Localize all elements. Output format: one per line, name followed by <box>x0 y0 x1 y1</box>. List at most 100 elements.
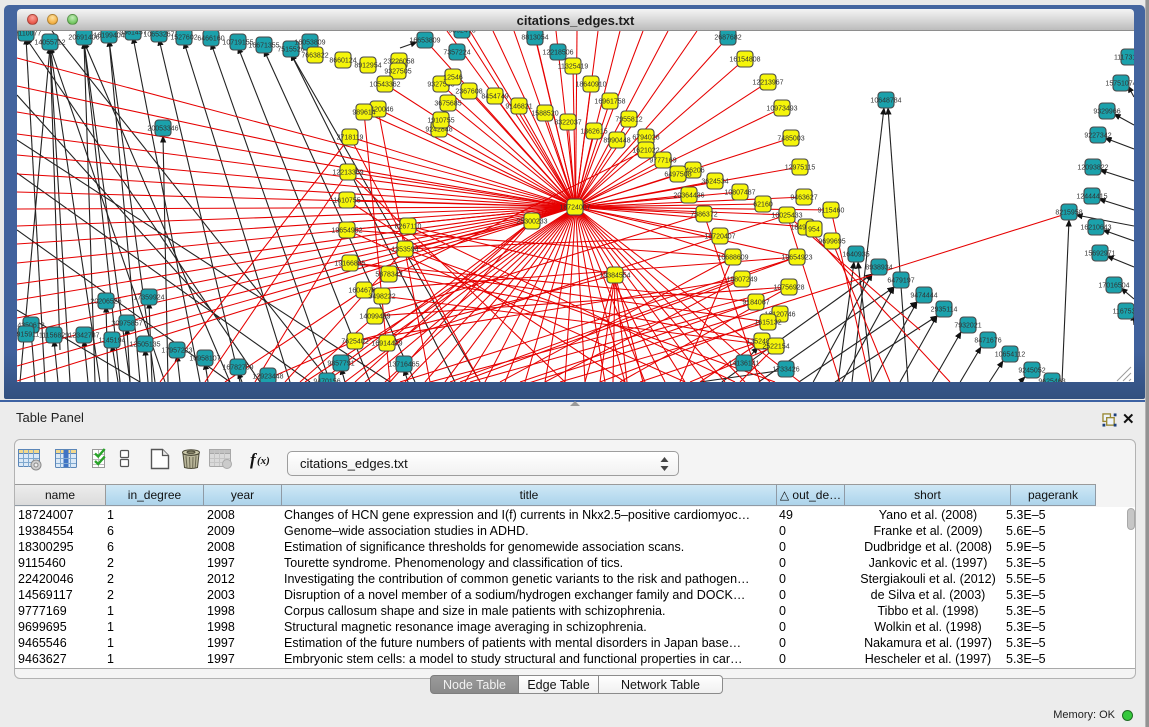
svg-text:2367608: 2367608 <box>455 89 482 96</box>
svg-text:30975857: 30975857 <box>111 321 142 328</box>
svg-text:14099489: 14099489 <box>359 314 390 321</box>
svg-text:16210643: 16210643 <box>1080 225 1111 232</box>
svg-text:8471676: 8471676 <box>974 338 1001 345</box>
svg-text:10648784: 10648784 <box>870 98 901 105</box>
svg-text:12218506: 12218506 <box>542 50 573 57</box>
svg-text:8912954: 8912954 <box>354 63 381 70</box>
svg-text:2935114: 2935114 <box>931 307 958 314</box>
svg-text:9329966: 9329966 <box>1093 109 1120 116</box>
svg-text:6466160: 6466160 <box>197 36 224 43</box>
svg-text:9227342: 9227342 <box>1084 133 1111 140</box>
svg-text:6794028: 6794028 <box>632 135 659 142</box>
svg-text:7932021: 7932021 <box>954 323 981 330</box>
svg-text:9470156: 9470156 <box>313 379 340 382</box>
svg-text:9245052: 9245052 <box>1018 368 1045 375</box>
svg-text:8938934: 8938934 <box>865 265 892 272</box>
svg-text:954: 954 <box>808 227 820 234</box>
svg-text:8267110: 8267110 <box>395 224 422 231</box>
svg-text:16671355: 16671355 <box>248 43 279 50</box>
svg-text:989614: 989614 <box>352 110 375 117</box>
svg-text:9474444: 9474444 <box>910 293 937 300</box>
svg-text:1353594: 1353594 <box>391 247 418 254</box>
svg-text:9146821: 9146821 <box>505 104 532 111</box>
svg-text:3498222: 3498222 <box>368 294 395 301</box>
svg-text:9862478: 9862478 <box>448 31 475 35</box>
svg-text:8215958: 8215958 <box>1055 210 1082 217</box>
svg-text:10654112: 10654112 <box>995 352 1026 359</box>
svg-text:16961758: 16961758 <box>594 99 625 106</box>
svg-text:2687682: 2687682 <box>714 35 741 42</box>
svg-text:7386372: 7386372 <box>690 212 717 219</box>
svg-text:19166825: 19166825 <box>334 261 365 268</box>
svg-text:12505135: 12505135 <box>129 342 160 349</box>
svg-text:12546: 12546 <box>443 75 463 82</box>
svg-text:1588520: 1588520 <box>531 111 558 118</box>
svg-text:7663822: 7663822 <box>301 53 328 60</box>
svg-text:10973493: 10973493 <box>766 106 797 113</box>
svg-text:2522154: 2522154 <box>762 344 789 351</box>
svg-text:17957223: 17957223 <box>161 348 192 355</box>
svg-text:16782759: 16782759 <box>222 365 253 372</box>
svg-text:8454749: 8454749 <box>481 94 508 101</box>
svg-text:15720407: 15720407 <box>704 234 735 241</box>
svg-text:1527602: 1527602 <box>170 35 197 42</box>
svg-text:10543362: 10543362 <box>369 82 400 89</box>
svg-text:6497508: 6497508 <box>664 172 691 179</box>
svg-text:14136141: 14136141 <box>728 361 759 368</box>
svg-text:10688609: 10688609 <box>717 255 748 262</box>
svg-text:7625402: 7625402 <box>341 339 368 346</box>
svg-text:1615132: 1615132 <box>754 320 781 327</box>
svg-text:(x): (x) <box>257 455 270 467</box>
svg-text:7485003: 7485003 <box>777 136 804 143</box>
svg-text:19654923: 19654923 <box>781 255 812 262</box>
svg-text:8990448: 8990448 <box>603 138 630 145</box>
svg-text:17016504: 17016504 <box>1098 283 1129 290</box>
svg-text:15751074: 15751074 <box>1105 81 1134 88</box>
svg-text:11173106: 11173106 <box>1114 55 1134 62</box>
svg-text:11325419: 11325419 <box>558 64 589 71</box>
svg-text:62160: 62160 <box>753 202 773 209</box>
svg-text:19384554: 19384554 <box>599 273 630 280</box>
svg-text:8322037: 8322037 <box>554 120 581 127</box>
svg-text:1610755: 1610755 <box>333 198 360 205</box>
svg-text:16154808: 16154808 <box>729 57 760 64</box>
svg-text:14055712: 14055712 <box>34 40 65 47</box>
svg-text:16053809: 16053809 <box>294 40 325 47</box>
svg-text:10025433: 10025433 <box>771 213 802 220</box>
svg-text:25300233: 25300233 <box>516 219 547 226</box>
svg-text:10756928: 10756928 <box>773 285 804 292</box>
svg-text:13716465: 13716465 <box>388 362 419 369</box>
svg-text:12923448: 12923448 <box>252 374 283 381</box>
svg-text:2718119: 2718119 <box>337 135 364 142</box>
svg-text:1145194: 1145194 <box>99 338 126 345</box>
svg-text:3915911: 3915911 <box>17 332 39 339</box>
svg-text:9699695: 9699695 <box>818 239 845 246</box>
svg-text:9327505: 9327505 <box>384 69 411 76</box>
svg-text:12444415: 12444415 <box>1076 194 1107 201</box>
svg-text:19654952: 19654952 <box>331 228 362 235</box>
svg-text:7955812: 7955812 <box>615 117 642 124</box>
svg-text:9184067: 9184067 <box>742 300 769 307</box>
svg-text:1362615: 1362615 <box>580 129 607 136</box>
svg-text:12213369: 12213369 <box>332 170 363 177</box>
svg-text:7357224: 7357224 <box>443 50 470 57</box>
svg-text:12093822: 12093822 <box>1077 165 1108 172</box>
svg-text:18640910: 18640910 <box>575 82 606 89</box>
svg-text:9625463: 9625463 <box>1038 379 1065 382</box>
svg-text:20053346: 20053346 <box>147 126 178 133</box>
svg-text:8813054: 8813054 <box>521 35 548 42</box>
svg-text:12213967: 12213967 <box>752 80 783 87</box>
svg-text:9857791: 9857791 <box>327 361 354 368</box>
svg-text:16914479: 16914479 <box>371 341 402 348</box>
svg-text:1733426: 1733426 <box>772 367 799 374</box>
svg-text:11156829: 11156829 <box>39 333 69 340</box>
svg-text:1640935: 1640935 <box>842 252 869 259</box>
svg-text:5878342: 5878342 <box>375 272 402 279</box>
svg-text:9115460: 9115460 <box>818 208 845 215</box>
svg-text:6479197: 6479197 <box>887 278 914 285</box>
svg-text:18724007: 18724007 <box>559 205 590 212</box>
svg-text:8660124: 8660124 <box>329 58 356 65</box>
svg-text:1910755: 1910755 <box>427 118 454 125</box>
svg-text:1167533: 1167533 <box>1113 309 1134 316</box>
svg-text:12975115: 12975115 <box>785 165 816 172</box>
